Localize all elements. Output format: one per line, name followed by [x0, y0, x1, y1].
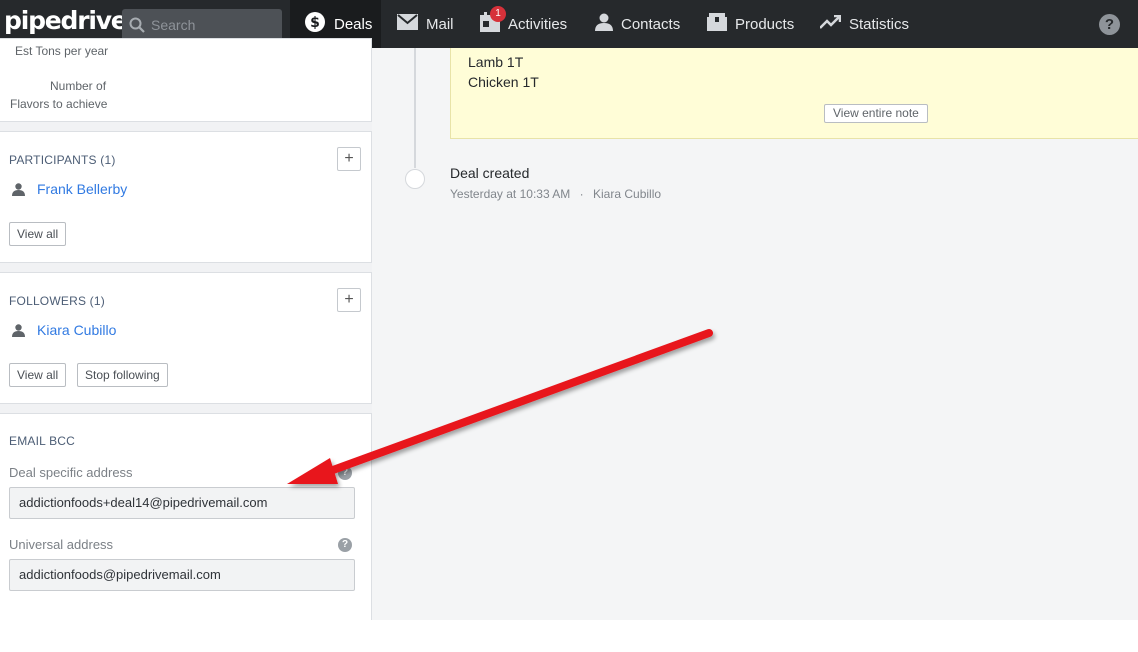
email-bcc-title: EMAIL BCC [9, 434, 76, 448]
person-icon [595, 13, 613, 35]
participant-row[interactable]: Frank Bellerby [12, 181, 127, 197]
nav-products-label: Products [735, 15, 795, 33]
deal-created-title: Deal created [450, 165, 530, 181]
svg-text:$: $ [310, 15, 320, 31]
follower-name[interactable]: Kiara Cubillo [37, 322, 116, 338]
flavors-label-line1: Number of [50, 79, 107, 93]
note-card: Lamb 1T Chicken 1T View entire note [450, 48, 1138, 139]
participant-name[interactable]: Frank Bellerby [37, 181, 127, 197]
nav-mail-label: Mail [426, 15, 454, 33]
timeline-dot [405, 169, 425, 189]
nav-statistics-label: Statistics [849, 15, 910, 33]
universal-label: Universal address [9, 537, 114, 552]
person-icon [12, 323, 25, 337]
search-input[interactable] [151, 17, 271, 33]
followers-card: FOLLOWERS (1) + Kiara Cubillo View all S… [0, 272, 372, 404]
pipedrive-logo[interactable]: pipedrive [4, 6, 128, 35]
dollar-icon: $ [304, 11, 326, 37]
nav-contacts[interactable]: Contacts [595, 0, 680, 48]
activities-badge: 1 [490, 6, 506, 22]
add-follower-button[interactable]: + [337, 288, 361, 312]
followers-title: FOLLOWERS (1) [9, 294, 105, 308]
nav-contacts-label: Contacts [621, 15, 681, 33]
nav-deals-label: Deals [334, 15, 373, 33]
view-entire-note-button[interactable]: View entire note [824, 104, 928, 123]
nav-statistics[interactable]: Statistics [819, 0, 910, 48]
deal-created-meta: Yesterday at 10:33 AM · Kiara Cubillo [450, 187, 661, 201]
box-icon [707, 13, 727, 35]
est-tons-label: Est Tons per year [15, 44, 109, 58]
participants-card: PARTICIPANTS (1) + Frank Bellerby View a… [0, 131, 372, 263]
mail-icon [397, 14, 418, 34]
follower-row[interactable]: Kiara Cubillo [12, 322, 116, 338]
nav-activities[interactable]: 1 Activities [480, 0, 567, 48]
deal-created-time: Yesterday at 10:33 AM [450, 187, 571, 201]
search-icon [129, 17, 145, 33]
nav-products[interactable]: Products [707, 0, 794, 48]
chart-icon [819, 14, 842, 33]
search-box[interactable] [122, 9, 282, 41]
deal-specific-help-icon[interactable]: ? [338, 466, 352, 480]
participants-view-all-button[interactable]: View all [9, 222, 67, 246]
deal-created-user[interactable]: Kiara Cubillo [593, 187, 661, 201]
participants-title: PARTICIPANTS (1) [9, 153, 116, 167]
add-participant-button[interactable]: + [337, 147, 361, 171]
deal-specific-label: Deal specific address [9, 465, 133, 480]
help-icon[interactable]: ? [1099, 14, 1120, 35]
meta-separator: · [579, 187, 584, 201]
note-line-1: Lamb 1T [468, 54, 524, 70]
note-line-2: Chicken 1T [468, 74, 539, 90]
email-bcc-card: EMAIL BCC Deal specific address ? addict… [0, 413, 372, 620]
details-card: Est Tons per year Number of Flavors to a… [0, 38, 372, 122]
nav-activities-label: Activities [508, 15, 568, 33]
person-icon [12, 182, 25, 196]
universal-help-icon[interactable]: ? [338, 538, 352, 552]
timeline-line [414, 48, 416, 168]
page-bottom [0, 620, 1138, 652]
nav-mail[interactable]: Mail [397, 0, 454, 48]
stop-following-button[interactable]: Stop following [77, 363, 168, 387]
deal-specific-address-field[interactable]: addictionfoods+deal14@pipedrivemail.com [9, 487, 355, 519]
followers-view-all-button[interactable]: View all [9, 363, 67, 387]
universal-address-field[interactable]: addictionfoods@pipedrivemail.com [9, 559, 355, 591]
flavors-label-line2: Flavors to achieve [10, 97, 108, 111]
